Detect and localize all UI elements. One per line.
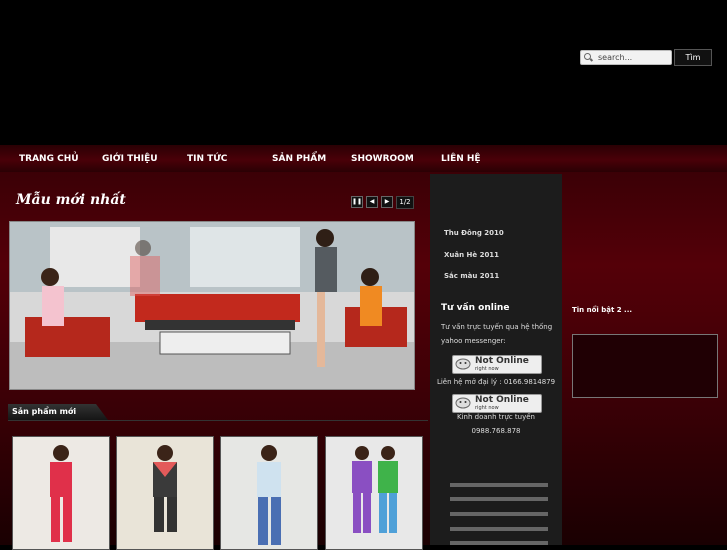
sidebar-link[interactable]: Xuân Hè 2011: [444, 251, 499, 259]
new-products-tab[interactable]: Sản phẩm mới: [8, 404, 108, 420]
nav-item-about[interactable]: GIỚI THIỆU: [102, 154, 158, 164]
status-text: Not Online: [475, 395, 529, 405]
product-thumbnail[interactable]: [116, 436, 214, 550]
messenger-smiley-icon: [455, 397, 471, 409]
placeholder-bar: [450, 483, 548, 487]
search-icon: [584, 53, 591, 60]
slider-title: Mẫu mới nhất: [16, 192, 126, 208]
placeholder-bar: [450, 527, 548, 531]
new-products-header: Sản phẩm mới: [8, 404, 428, 421]
agent-label: Liên hệ mở đại lý : 0166.9814879: [436, 378, 556, 386]
product-photo: [117, 437, 213, 549]
nav-item-contact[interactable]: LIÊN HỆ: [441, 154, 481, 164]
yahoo-status-button[interactable]: Not Online right now: [452, 394, 542, 413]
nav-item-home[interactable]: TRANG CHỦ: [19, 154, 79, 164]
placeholder-bar: [450, 541, 548, 545]
placeholder-bar: [450, 497, 548, 501]
yahoo-status-button[interactable]: Not Online right now: [452, 355, 542, 374]
agent-phone: 0988.768.878: [471, 427, 521, 435]
search-button[interactable]: Tìm: [674, 49, 712, 66]
status-text: Not Online: [475, 356, 529, 366]
product-photo: [326, 437, 422, 549]
product-photo: [13, 437, 109, 549]
news-title[interactable]: Tin nổi bật 2 ...: [572, 306, 632, 314]
news-box: [572, 334, 718, 398]
search-input[interactable]: search...: [580, 50, 672, 65]
consult-title: Tư vấn online: [441, 303, 510, 313]
next-button[interactable]: ▶: [381, 196, 393, 208]
product-thumbnail[interactable]: [12, 436, 110, 550]
pause-button[interactable]: ❚❚: [351, 196, 363, 208]
consult-text: yahoo messenger:: [441, 337, 506, 345]
showroom-photo: [10, 222, 414, 389]
nav-item-news[interactable]: TIN TỨC: [187, 154, 227, 164]
main-nav: TRANG CHỦ GIỚI THIỆU TIN TỨC SẢN PHẨM SH…: [0, 145, 727, 172]
status-subtext: right now: [475, 366, 499, 372]
placeholder-bar: [450, 512, 548, 516]
sidebar-link[interactable]: Sắc màu 2011: [444, 272, 499, 280]
product-photo: [221, 437, 317, 549]
product-thumbnail[interactable]: [220, 436, 318, 550]
messenger-smiley-icon: [455, 358, 471, 370]
featured-banner-image[interactable]: [9, 221, 415, 390]
prev-button[interactable]: ◀: [366, 196, 378, 208]
consult-text: Tư vấn trực tuyến qua hệ thống: [441, 323, 553, 331]
header: search... Tìm: [0, 0, 727, 145]
slider-pager: 1/2: [396, 196, 414, 209]
nav-item-products[interactable]: SẢN PHẨM: [272, 154, 326, 164]
agent-label: Kinh doanh trực tuyến: [457, 413, 535, 421]
product-thumbnail[interactable]: [325, 436, 423, 550]
status-subtext: right now: [475, 405, 499, 411]
sidebar: Thu Đông 2010 Xuân Hè 2011 Sắc màu 2011 …: [430, 174, 562, 545]
nav-item-showroom[interactable]: SHOWROOM: [351, 154, 414, 164]
search-placeholder: search...: [598, 53, 633, 62]
sidebar-link[interactable]: Thu Đông 2010: [444, 229, 504, 237]
